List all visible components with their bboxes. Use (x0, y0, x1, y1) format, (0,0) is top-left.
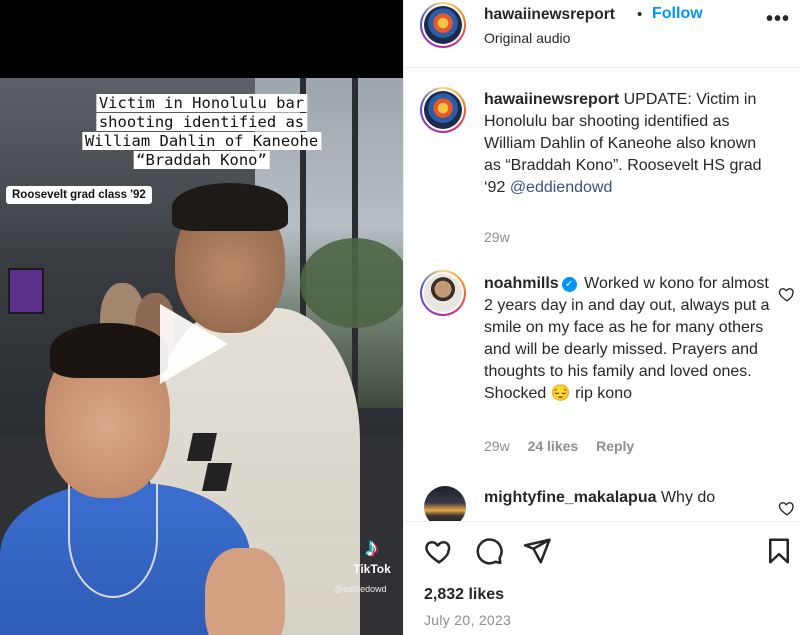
comment-icon[interactable] (474, 536, 504, 566)
tiktok-logo-icon: ♪ (365, 532, 379, 562)
bookmark-icon[interactable] (764, 536, 794, 566)
video-caption-line: shooting identified as (95, 113, 308, 131)
commenter-avatar[interactable] (420, 270, 466, 316)
more-options-icon[interactable]: ••• (766, 8, 790, 31)
bar-tv (8, 268, 44, 314)
audio-label[interactable]: Original audio (484, 30, 570, 46)
video-grad-tag: Roosevelt grad class '92 (6, 186, 152, 204)
video-caption-line: Victim in Honolulu bar (95, 94, 308, 112)
video-caption-line: “Braddah Kono” (133, 151, 270, 169)
comment-username[interactable]: mightyfine_makalapua (484, 489, 657, 506)
speaker-hand (205, 548, 285, 635)
play-icon[interactable] (160, 304, 228, 384)
post-header: hawaiinewsreport • Follow Original audio… (404, 0, 800, 68)
heart-icon[interactable] (424, 536, 454, 566)
comment-age[interactable]: 29w (484, 438, 510, 454)
post-panel: hawaiinewsreport • Follow Original audio… (403, 0, 800, 635)
follow-button[interactable]: Follow (652, 5, 703, 23)
separator-dot: • (637, 6, 643, 23)
post-likes[interactable]: 2,832 likes (424, 586, 504, 604)
caption-comment: hawaiinewsreport UPDATE: Victim in Honol… (404, 83, 800, 253)
video-player[interactable]: Victim in Honolulu bar shooting identifi… (0, 0, 403, 635)
comment-body: hawaiinewsreport UPDATE: Victim in Honol… (484, 89, 774, 199)
post-date[interactable]: July 20, 2023 (424, 612, 511, 628)
comment-meta: 29w 24 likes Reply (484, 438, 648, 454)
tiktok-watermark: ♪ TikTok (352, 534, 392, 576)
author-avatar[interactable] (420, 87, 466, 133)
tree (300, 238, 403, 328)
heart-icon[interactable] (778, 285, 796, 303)
comment-username[interactable]: hawaiinewsreport (484, 91, 619, 108)
commenter-avatar[interactable] (424, 486, 466, 521)
comment-body: mightyfine_makalapua Why do (484, 487, 774, 509)
comment-text: Why do (660, 489, 716, 506)
comment-age[interactable]: 29w (484, 229, 510, 245)
tiktok-handle: @eddiedowd (334, 584, 387, 594)
author-username[interactable]: hawaiinewsreport (484, 6, 615, 24)
heart-icon[interactable] (778, 499, 796, 517)
man-hair (172, 183, 288, 231)
comment-username[interactable]: noahmills (484, 275, 559, 292)
video-caption-line: William Dahlin of Kaneohe (81, 132, 322, 150)
author-avatar[interactable] (420, 2, 466, 48)
comments-list[interactable]: hawaiinewsreport UPDATE: Victim in Honol… (404, 69, 800, 521)
comment: mightyfine_makalapua Why do (404, 481, 800, 521)
comment-meta: 29w (484, 229, 524, 245)
video-frame: Victim in Honolulu bar shooting identifi… (0, 78, 403, 635)
comment-likes[interactable]: 24 likes (528, 438, 579, 454)
comment: noahmills ✓ Worked w kono for almost 2 ye… (404, 267, 800, 467)
tiktok-brand: TikTok (353, 562, 391, 576)
comment-body: noahmills ✓ Worked w kono for almost 2 ye… (484, 273, 774, 405)
action-bar: 2,832 likes July 20, 2023 (404, 521, 800, 635)
reply-button[interactable]: Reply (596, 438, 634, 454)
send-icon[interactable] (522, 536, 552, 566)
mention-link[interactable]: @eddiendowd (510, 179, 613, 196)
comment-text: Worked w kono for almost 2 years day in … (484, 275, 770, 402)
speaker-hair (50, 323, 168, 378)
verified-badge-icon: ✓ (561, 277, 577, 292)
